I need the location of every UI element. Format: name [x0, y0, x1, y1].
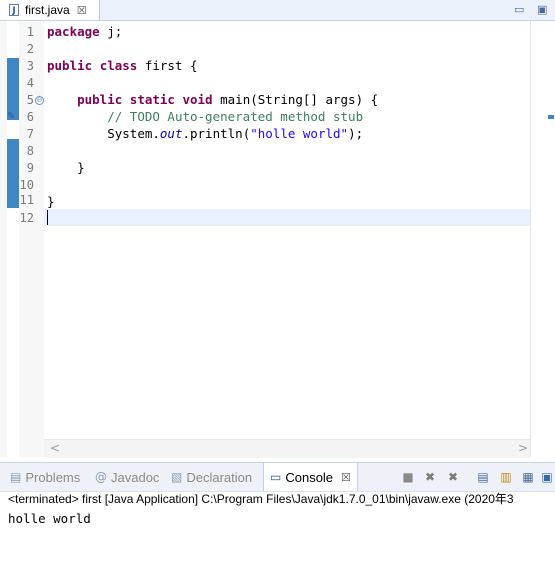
- view-tab-bar: ▤ Problems @ Javadoc ▧ Declaration ▭ Con…: [0, 462, 555, 492]
- fold-collapse-icon[interactable]: ⊖: [35, 96, 44, 105]
- clear-console-icon[interactable]: ▤: [475, 470, 491, 484]
- code-line-11: }: [47, 194, 55, 209]
- code-text: .println(: [182, 126, 251, 141]
- code-text: );: [348, 126, 364, 141]
- remove-all-launches-icon[interactable]: ✖: [445, 470, 461, 484]
- console-output[interactable]: holle world: [0, 510, 555, 578]
- line-number: 11: [19, 193, 34, 207]
- quick-diff-bar: [7, 139, 19, 208]
- line-number: 3: [26, 59, 34, 73]
- tab-javadoc[interactable]: @ Javadoc: [95, 463, 159, 491]
- line-number: 9: [26, 161, 34, 175]
- line-number: 2: [26, 42, 34, 56]
- code-line-6: // TODO Auto-generated method stub: [47, 109, 363, 126]
- horizontal-scrollbar[interactable]: < >: [44, 439, 530, 458]
- scroll-lock-icon[interactable]: ▥: [498, 470, 514, 484]
- tab-label: Javadoc: [111, 469, 160, 485]
- tab-label: Console: [285, 469, 334, 485]
- overview-marker[interactable]: [548, 115, 554, 119]
- tab-label: Declaration: [186, 469, 253, 485]
- close-tab-icon[interactable]: ☒: [341, 471, 351, 484]
- remove-launch-icon[interactable]: ✖: [422, 470, 438, 484]
- keyword: public: [77, 92, 123, 107]
- code-text-area[interactable]: package j; public class first { public s…: [44, 21, 530, 441]
- code-text: System.: [107, 126, 160, 141]
- line-number: 5: [26, 93, 34, 107]
- maximize-editor-icon[interactable]: ▣: [537, 3, 547, 16]
- string-literal: "holle world": [250, 126, 349, 141]
- tab-declaration[interactable]: ▧ Declaration: [171, 463, 252, 491]
- code-text: j;: [99, 24, 123, 39]
- keyword: public: [47, 58, 93, 73]
- code-text: main(String[] args) {: [212, 92, 379, 107]
- static-field: out: [159, 126, 183, 141]
- tab-problems[interactable]: ▤ Problems: [10, 463, 80, 491]
- code-line-5: public static void main(String[] args) {: [47, 92, 378, 109]
- line-number: 1: [26, 25, 34, 39]
- line-number: 8: [26, 144, 34, 158]
- declaration-icon: ▧: [171, 470, 183, 484]
- line-number: 7: [26, 127, 34, 141]
- word-wrap-icon[interactable]: ▦: [520, 470, 536, 484]
- scroll-left-icon[interactable]: <: [50, 441, 60, 455]
- code-line-9: }: [47, 160, 85, 175]
- code-line-3: public class first {: [47, 58, 198, 75]
- editor-tab-label: first.java: [25, 3, 70, 17]
- console-icon: ▭: [270, 470, 282, 484]
- keyword: package: [47, 24, 100, 39]
- tab-label: Problems: [25, 469, 81, 485]
- editor-tab-first-java[interactable]: J first.java ☒: [0, 0, 100, 20]
- overview-ruler[interactable]: [530, 21, 555, 457]
- editor-tab-bar: J first.java ☒ ▭ ▣: [0, 0, 555, 21]
- console-launch-description: <terminated> first [Java Application] C:…: [8, 492, 514, 506]
- scroll-right-icon[interactable]: >: [518, 441, 528, 455]
- keyword: static: [129, 92, 175, 107]
- code-editor[interactable]: ✎ 1 2 3 4 5 6 7 8 9 10 11 12 ⊖ package j…: [0, 21, 555, 458]
- close-tab-icon[interactable]: ☒: [77, 4, 87, 17]
- comment: // TODO Auto-generated method stub: [107, 109, 364, 124]
- keyword: class: [99, 58, 138, 73]
- line-number: 4: [26, 76, 34, 90]
- minimize-editor-icon[interactable]: ▭: [514, 3, 524, 16]
- code-line-7: System.out.println("holle world");: [47, 126, 363, 143]
- java-file-icon: J: [9, 4, 19, 16]
- code-line-1: package j;: [47, 24, 122, 41]
- tab-console[interactable]: ▭ Console ☒: [263, 463, 358, 491]
- problems-icon: ▤: [10, 470, 22, 484]
- task-marker-icon[interactable]: ✎: [7, 111, 19, 123]
- terminate-icon[interactable]: ■: [400, 470, 416, 484]
- line-number: 6: [26, 110, 34, 124]
- line-number: 12: [19, 211, 34, 225]
- javadoc-icon: @: [95, 470, 107, 484]
- keyword: void: [182, 92, 213, 107]
- pin-console-icon[interactable]: ▣: [539, 470, 555, 484]
- annotation-ruler: [0, 21, 7, 457]
- code-text: first {: [137, 58, 198, 73]
